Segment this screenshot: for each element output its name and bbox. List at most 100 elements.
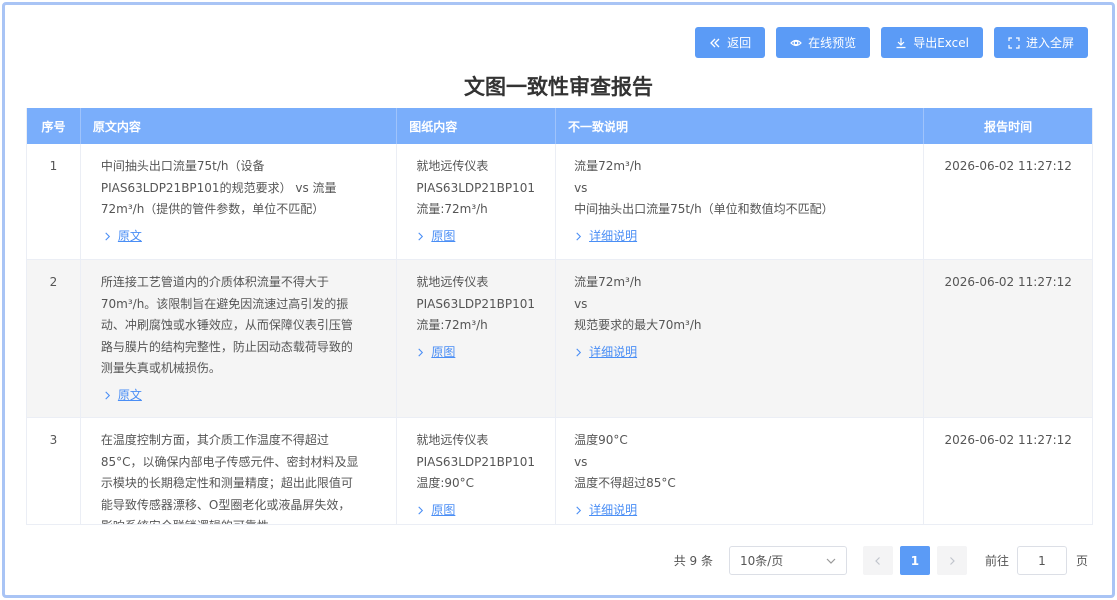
chevron-right-icon — [105, 232, 110, 241]
drawing-text-line: PIAS63LDP21BP101 — [416, 454, 536, 469]
report-frame: 返回 在线预览 导出Excel 进入全屏 文图一致性审查报告 序号 原文内容 图… — [2, 2, 1115, 598]
cell-index: 3 — [27, 418, 81, 524]
drawing-link-label: 原图 — [431, 344, 456, 359]
drawing-text-line: 就地远传仪表 — [416, 159, 489, 173]
original-text-line: 在温度控制方面，其介质工作温度不得超过 — [100, 433, 329, 447]
back-button-label: 返回 — [727, 36, 752, 50]
preview-button[interactable]: 在线预览 — [776, 27, 871, 58]
original-link-label: 原文 — [117, 387, 142, 402]
detail-link[interactable]: 详细说明 — [574, 500, 915, 522]
total-count: 共 9 条 — [673, 554, 713, 568]
original-link-label: 原文 — [117, 228, 142, 243]
drawing-text-line: 流量:72m³/h — [416, 202, 488, 216]
chevron-right-icon — [576, 348, 582, 357]
original-text-line: 70m³/h。该限制旨在避免因流速过高引发的振 — [100, 296, 349, 311]
cell-time: 2026-06-02 11:27:12 — [944, 275, 1072, 289]
chevron-right-icon — [105, 391, 110, 400]
page-size-select[interactable]: 10条/页 — [728, 546, 847, 575]
original-text-line: 示模块的长期稳定性和测量精度；超出此限值可 — [100, 476, 353, 490]
detail-link[interactable]: 详细说明 — [574, 342, 915, 364]
export-excel-button[interactable]: 导出Excel — [881, 27, 983, 58]
difference-text-line: vs — [574, 296, 588, 311]
page-size-value: 10条/页 — [739, 554, 784, 568]
drawing-link-label: 原图 — [431, 502, 456, 517]
fullscreen-button-label: 进入全屏 — [1025, 36, 1074, 50]
drawing-link-label: 原图 — [431, 228, 456, 243]
chevron-right-icon — [576, 232, 582, 241]
drawing-link[interactable]: 原图 — [416, 226, 547, 248]
original-link[interactable]: 原文 — [103, 385, 376, 407]
jump-suffix: 页 — [1075, 554, 1088, 568]
table-header: 序号 原文内容 图纸内容 不一致说明 报告时间 — [27, 108, 1092, 144]
original-text-line: 85°C，以确保内部电子传感元件、密封材料及显 — [100, 454, 359, 469]
original-text-line: 72m³/h（提供的管件参数，单位不匹配） — [100, 202, 325, 216]
cell-index: 1 — [27, 144, 81, 259]
table-row: 2 所连接工艺管道内的介质体积流量不得大于 70m³/h。该限制旨在避免因流速过高引… — [27, 260, 1092, 418]
drawing-text-line: 就地远传仪表 — [416, 433, 489, 447]
cell-difference: 温度90°C vs 温度不得超过85°C 详细说明 — [556, 418, 925, 524]
detail-link[interactable]: 详细说明 — [574, 226, 915, 248]
cell-original: 中间抽头出口流量75t/h（设备 PIAS63LDP21BP101的规范要求） v… — [81, 144, 398, 259]
header-drawing: 图纸内容 — [397, 108, 557, 144]
fullscreen-icon — [1008, 36, 1020, 49]
table-row: 3 在温度控制方面，其介质工作温度不得超过 85°C，以确保内部电子传感元件、密封材… — [27, 418, 1092, 524]
difference-text-line: 规范要求的最大70m³/h — [574, 318, 702, 332]
cell-difference: 流量72m³/h vs 中间抽头出口流量75t/h（单位和数值均不匹配） 详细说明 — [556, 144, 925, 259]
drawing-link[interactable]: 原图 — [416, 342, 547, 364]
header-time: 报告时间 — [984, 119, 1033, 134]
double-chevron-left-icon — [710, 38, 720, 47]
original-text-line: 路与膜片的结构完整性，防止因动态载荷导致的 — [100, 339, 353, 354]
chevron-right-icon — [950, 556, 955, 565]
page-title: 文图一致性审查报告 — [464, 75, 653, 99]
cell-drawing: 就地远传仪表 PIAS63LDP21BP101 流量:72m³/h 原图 — [397, 144, 557, 259]
eye-icon — [790, 39, 803, 46]
drawing-text-line: 温度:90°C — [416, 476, 475, 490]
chevron-left-icon — [875, 556, 880, 565]
header-original: 原文内容 — [81, 108, 398, 144]
original-link[interactable]: 原文 — [103, 226, 376, 248]
detail-link-label: 详细说明 — [589, 344, 638, 359]
cell-index: 2 — [27, 260, 81, 417]
table-body: 1 中间抽头出口流量75t/h（设备 PIAS63LDP21BP101的规范要求） … — [27, 144, 1092, 524]
original-text-line: 测量失真或机械损伤。 — [100, 361, 221, 375]
preview-button-label: 在线预览 — [808, 36, 857, 50]
difference-text-line: 温度90°C — [574, 433, 628, 447]
detail-link-label: 详细说明 — [589, 228, 638, 243]
drawing-text-line: PIAS63LDP21BP101 — [416, 296, 536, 311]
export-excel-button-label: 导出Excel — [913, 36, 969, 50]
download-icon — [896, 37, 906, 48]
cell-drawing: 就地远传仪表 PIAS63LDP21BP101 温度:90°C 原图 — [397, 418, 557, 524]
difference-text-line: vs — [574, 180, 588, 195]
prev-page-button[interactable] — [862, 546, 893, 575]
jump-label: 前往 — [984, 554, 1009, 568]
original-text-line: PIAS63LDP21BP101的规范要求） vs 流量 — [100, 180, 337, 195]
original-text-line: 能导致传感器漂移、O型圈老化或液晶屏失效， — [100, 497, 351, 512]
table-row: 1 中间抽头出口流量75t/h（设备 PIAS63LDP21BP101的规范要求） … — [27, 144, 1092, 260]
original-text-line: 动、冲刷腐蚀或水锤效应，从而保障仪表引压管 — [100, 318, 353, 332]
report-table[interactable]: 序号 原文内容 图纸内容 不一致说明 报告时间 1 中间抽头出口流量75t/h（设… — [26, 108, 1093, 525]
difference-text-line: 流量72m³/h — [574, 159, 642, 173]
chevron-down-icon — [826, 558, 836, 564]
page-number-current[interactable]: 1 — [899, 546, 930, 575]
chevron-right-icon — [576, 506, 582, 515]
cell-original: 在温度控制方面，其介质工作温度不得超过 85°C，以确保内部电子传感元件、密封材料… — [81, 418, 398, 524]
chevron-right-icon — [418, 232, 424, 241]
original-text-line: 所连接工艺管道内的介质体积流量不得大于 — [100, 275, 329, 289]
next-page-button[interactable] — [936, 546, 967, 575]
difference-text-line: 中间抽头出口流量75t/h（单位和数值均不匹配） — [574, 202, 834, 216]
chevron-right-icon — [418, 506, 424, 515]
original-text-line: 影响系统安全联锁逻辑的可靠性。 — [101, 516, 376, 524]
difference-text-line: 流量72m³/h — [574, 275, 642, 289]
back-button[interactable]: 返回 — [695, 27, 766, 58]
fullscreen-button[interactable]: 进入全屏 — [993, 27, 1088, 58]
toolbar: 返回 在线预览 导出Excel 进入全屏 — [695, 27, 1088, 58]
drawing-text-line: 流量:72m³/h — [416, 318, 488, 332]
pagination: 共 9 条 10条/页 1 前往 页 — [674, 546, 1088, 575]
difference-text-line: 温度不得超过85°C — [574, 476, 676, 490]
jump-page-input[interactable] — [1016, 546, 1067, 575]
original-text-line: 中间抽头出口流量75t/h（设备 — [100, 159, 265, 173]
cell-time: 2026-06-02 11:27:12 — [944, 159, 1072, 173]
drawing-link[interactable]: 原图 — [416, 500, 547, 522]
cell-original: 所连接工艺管道内的介质体积流量不得大于 70m³/h。该限制旨在避免因流速过高引发… — [81, 260, 398, 417]
header-index: 序号 — [27, 108, 81, 144]
